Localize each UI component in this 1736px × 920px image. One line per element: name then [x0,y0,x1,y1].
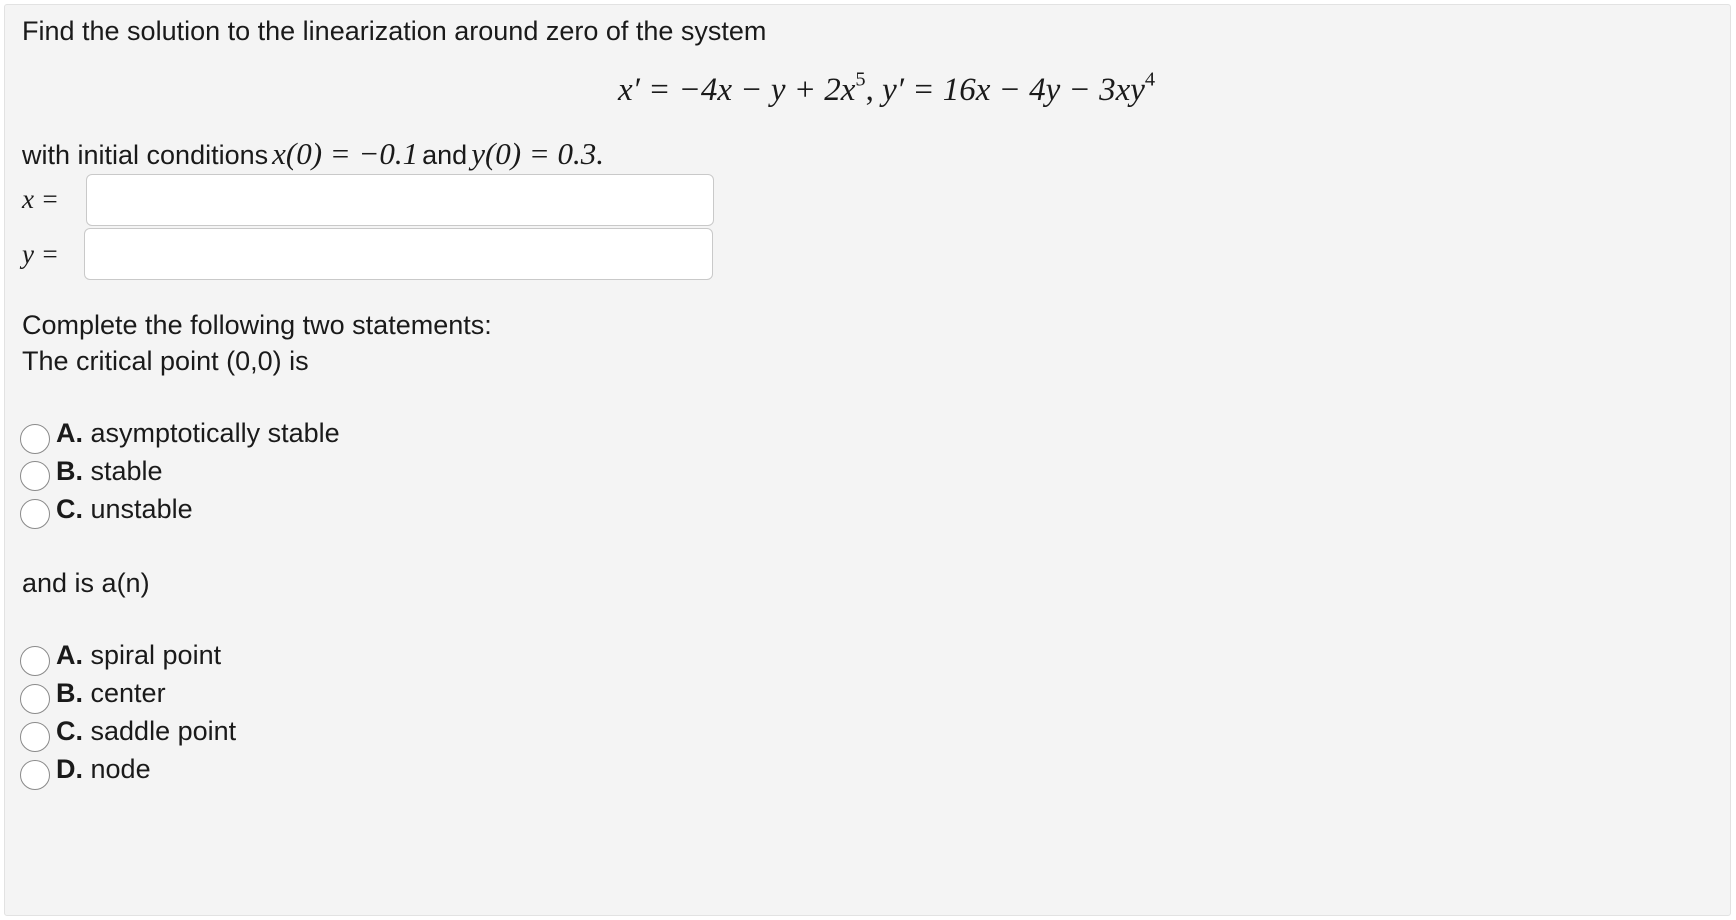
stability-question: The critical point (0,0) is [22,346,309,376]
radio-stable[interactable] [20,461,50,491]
radio-node[interactable] [20,760,50,790]
system-equation: x′ = −4x − y + 2x5, y′ = 16x − 4y − 3xy4 [618,68,1156,109]
option-spiral-point[interactable]: A. spiral point [56,640,221,671]
option-saddle-point[interactable]: C. saddle point [56,716,236,747]
option-text: asymptotically stable [90,418,340,448]
y-prime-equation: y′ = 16x − 4y − 3xy [882,72,1145,108]
statements-intro: Complete the following two statements: [22,310,492,340]
option-center[interactable]: B. center [56,678,166,709]
x-answer-input[interactable] [86,174,714,226]
question-prompt: Find the solution to the linearization a… [22,16,767,46]
option-node[interactable]: D. node [56,754,151,785]
option-letter: B. [56,678,83,708]
option-stable[interactable]: B. stable [56,456,163,487]
radio-center[interactable] [20,684,50,714]
option-text: saddle point [90,716,237,746]
ic-y0: y(0) = 0.3. [471,136,605,171]
radio-asymptotically-stable[interactable] [20,424,50,454]
y-answer-input[interactable] [84,228,713,280]
option-text: unstable [90,494,193,524]
option-text: center [90,678,166,708]
equation-separator: , [865,72,883,108]
ic-lead-text: with initial conditions [22,140,269,170]
option-letter: C. [56,494,83,524]
option-text: stable [90,456,163,486]
y-exponent: 4 [1144,68,1156,91]
point-type-question: and is a(n) [22,568,150,598]
option-letter: B. [56,456,83,486]
initial-conditions: with initial conditions x(0) = −0.1 and … [22,136,604,172]
option-text: spiral point [90,640,222,670]
radio-spiral-point[interactable] [20,646,50,676]
radio-saddle-point[interactable] [20,722,50,752]
x-prime-equation: x′ = −4x − y + 2x [618,72,856,108]
radio-unstable[interactable] [20,499,50,529]
option-letter: C. [56,716,83,746]
option-asymptotically-stable[interactable]: A. asymptotically stable [56,418,340,449]
y-answer-label: y = [22,239,59,269]
x-answer-label: x = [22,184,59,214]
ic-x0: x(0) = −0.1 [272,136,419,171]
option-unstable[interactable]: C. unstable [56,494,193,525]
ic-and-text: and [422,140,468,170]
option-text: node [90,754,151,784]
x-exponent: 5 [855,68,866,91]
option-letter: A. [56,640,83,670]
option-letter: A. [56,418,83,448]
option-letter: D. [56,754,83,784]
